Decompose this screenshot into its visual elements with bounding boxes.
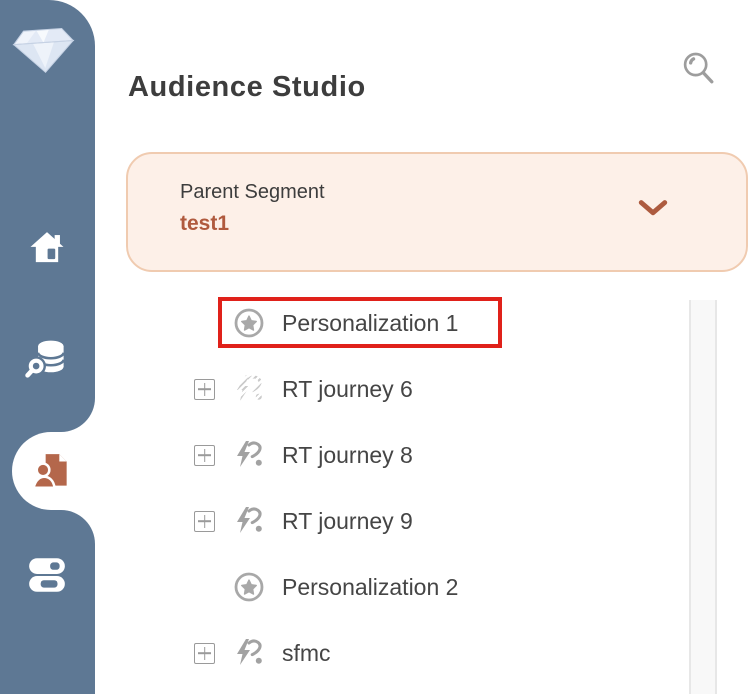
segment-tree: Personalization 1 RT journey 6 xyxy=(95,290,689,686)
tree-item[interactable]: Personalization 1 xyxy=(95,290,689,356)
parent-segment-value: test1 xyxy=(180,212,229,236)
tree-item[interactable]: sfmc xyxy=(95,620,689,686)
personalization-star-icon xyxy=(233,571,265,603)
toggles-icon[interactable] xyxy=(26,554,68,596)
gem-logo-icon xyxy=(8,21,80,80)
personalization-star-icon xyxy=(233,307,265,339)
notch-fillet-top xyxy=(61,398,95,432)
page-title: Audience Studio xyxy=(128,71,366,104)
expand-plus-icon[interactable] xyxy=(194,511,215,532)
parent-segment-dropdown[interactable]: Parent Segment test1 xyxy=(126,152,748,272)
expand-plus-icon[interactable] xyxy=(194,445,215,466)
sidebar-nav xyxy=(0,0,95,694)
tree-item[interactable]: RT journey 8 xyxy=(95,422,689,488)
tree-item-label: RT journey 9 xyxy=(282,508,413,535)
tree-item-label: Personalization 2 xyxy=(282,574,458,601)
tree-item[interactable]: RT journey 9 xyxy=(95,488,689,554)
journey-icon xyxy=(233,637,265,669)
main-panel: Audience Studio Parent Segment test1 xyxy=(95,0,752,694)
tree-item-label: RT journey 6 xyxy=(282,376,413,403)
home-icon[interactable] xyxy=(27,228,67,268)
tree-item[interactable]: RT journey 6 xyxy=(95,356,689,422)
tree-scrollbar[interactable] xyxy=(689,300,717,694)
tree-item-label: sfmc xyxy=(282,640,331,667)
notch-fillet-bottom xyxy=(61,510,95,544)
expand-plus-icon[interactable] xyxy=(194,643,215,664)
chevron-down-icon[interactable] xyxy=(638,198,668,220)
expand-plus-icon[interactable] xyxy=(194,379,215,400)
tree-item-label: Personalization 1 xyxy=(282,310,458,337)
search-icon[interactable] xyxy=(678,46,720,92)
tree-item[interactable]: Personalization 2 xyxy=(95,554,689,620)
parent-segment-label: Parent Segment xyxy=(180,181,325,204)
journey-icon xyxy=(233,439,265,471)
tree-item-label: RT journey 8 xyxy=(282,442,413,469)
person-document-icon[interactable] xyxy=(32,451,74,493)
journey-icon xyxy=(233,505,265,537)
journey-icon xyxy=(233,373,265,405)
database-wrench-icon[interactable] xyxy=(24,336,70,382)
audience-studio-screen: Audience Studio Parent Segment test1 xyxy=(0,0,752,694)
